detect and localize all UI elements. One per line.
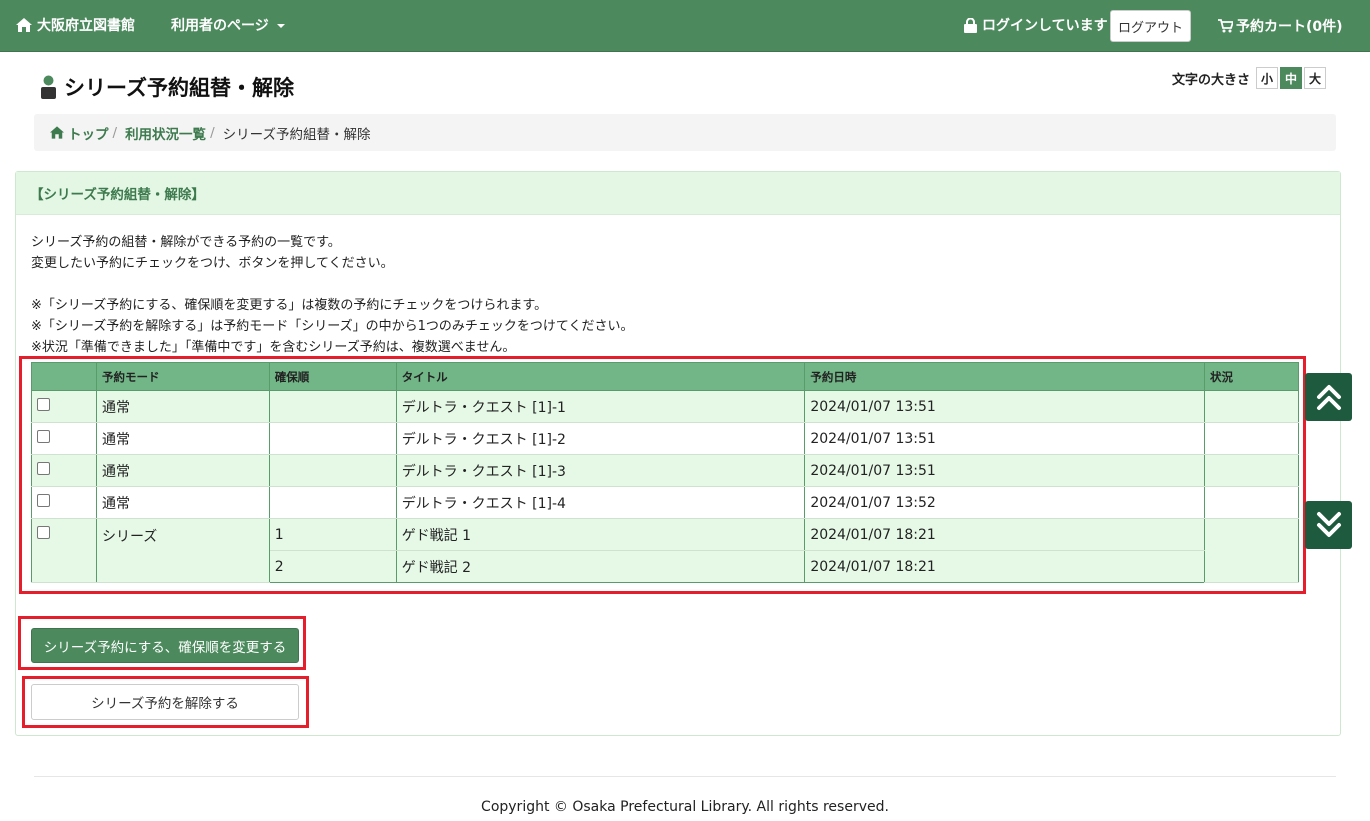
breadcrumb: トップ / 利用状況一覧 / シリーズ予約組替・解除 — [34, 114, 1336, 151]
breadcrumb-top-link[interactable]: トップ — [50, 123, 109, 143]
instruction-line: 変更したい予約にチェックをつけ、ボタンを押してください。 — [31, 256, 394, 271]
reservation-cart-link[interactable]: 予約カート(0件) — [1218, 16, 1343, 36]
page-title: シリーズ予約組替・解除 — [40, 72, 294, 102]
page-title-text: シリーズ予約組替・解除 — [64, 76, 294, 100]
double-chevron-up-icon — [1316, 385, 1341, 410]
lock-icon — [964, 17, 977, 33]
instruction-line: ※「シリーズ予約にする、確保順を変更する」は複数の予約にチェックをつけられます。 — [31, 298, 548, 313]
instruction-line: ※状況「準備できました」「準備中です」を含むシリーズ予約は、複数選べません。 — [31, 340, 516, 355]
top-navbar: 大阪府立図書館 利用者のページ ログインしています ログアウト 予約カート(0件… — [0, 0, 1370, 52]
font-size-switcher: 文字の大きさ 小 中 大 — [1172, 67, 1327, 89]
person-icon — [41, 75, 56, 99]
font-size-large-button[interactable]: 大 — [1304, 67, 1327, 89]
login-status: ログインしています — [964, 15, 1108, 35]
breadcrumb-list-link[interactable]: 利用状況一覧 — [125, 123, 206, 143]
footer-copyright: Copyright © Osaka Prefectural Library. A… — [481, 799, 889, 815]
cart-label: 予約カート(0件) — [1236, 19, 1343, 35]
scroll-up-button[interactable] — [1305, 373, 1352, 421]
panel-instructions: シリーズ予約の組替・解除ができる予約の一覧です。 変更したい予約にチェックをつけ… — [31, 232, 633, 358]
home-link[interactable]: 大阪府立図書館 — [16, 15, 135, 35]
double-chevron-down-icon — [1316, 512, 1341, 537]
breadcrumb-top-label: トップ — [68, 126, 109, 143]
instruction-line — [31, 274, 633, 295]
make-series-button[interactable]: シリーズ予約にする、確保順を変更する — [31, 628, 299, 663]
breadcrumb-separator: / — [112, 124, 118, 141]
home-icon — [16, 18, 32, 32]
scroll-down-button[interactable] — [1305, 501, 1352, 549]
release-series-button[interactable]: シリーズ予約を解除する — [31, 684, 299, 720]
user-menu-dropdown[interactable]: 利用者のページ — [171, 15, 285, 35]
panel-heading: 【シリーズ予約組替・解除】 — [16, 172, 1340, 215]
breadcrumb-separator: / — [210, 124, 215, 141]
home-icon — [50, 126, 64, 139]
instruction-line: ※「シリーズ予約を解除する」は予約モード「シリーズ」の中から1つのみチェックをつ… — [31, 319, 634, 334]
footer-divider — [34, 776, 1336, 777]
home-link-label: 大阪府立図書館 — [37, 18, 135, 34]
breadcrumb-current: シリーズ予約組替・解除 — [222, 126, 371, 143]
logout-button[interactable]: ログアウト — [1110, 10, 1191, 42]
chevron-down-icon — [276, 24, 285, 28]
font-size-medium-button[interactable]: 中 — [1280, 67, 1303, 89]
user-menu-label: 利用者のページ — [171, 18, 269, 34]
font-size-label: 文字の大きさ — [1172, 72, 1251, 88]
login-status-label: ログインしています — [982, 18, 1108, 34]
table-highlight-box — [19, 356, 1306, 594]
cart-icon — [1218, 19, 1233, 33]
font-size-small-button[interactable]: 小 — [1256, 67, 1279, 89]
instruction-line: シリーズ予約の組替・解除ができる予約の一覧です。 — [31, 235, 341, 250]
